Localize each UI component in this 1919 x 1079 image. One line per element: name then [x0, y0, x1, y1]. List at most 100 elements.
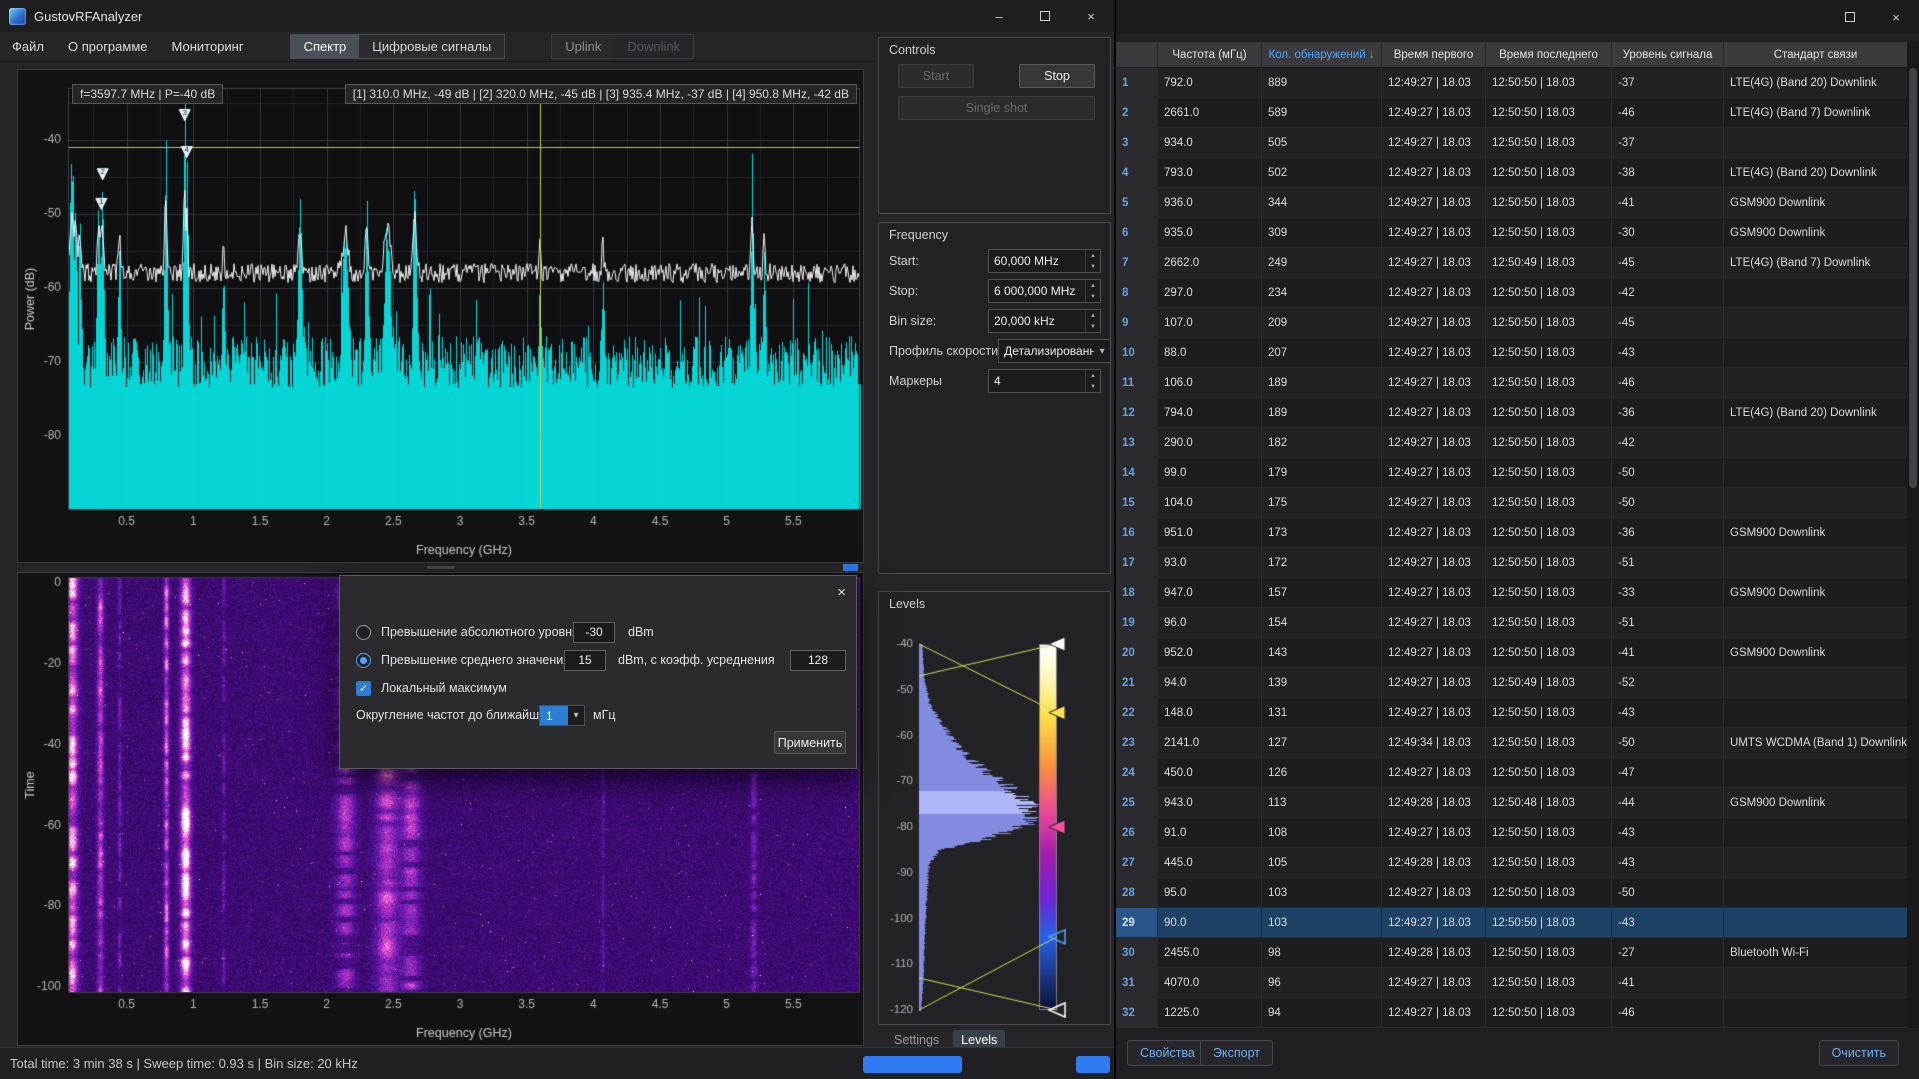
table-row[interactable]: 3934.050512:49:27 | 18.0312:50:50 | 18.0…: [1116, 128, 1908, 158]
rounding-label: Округление частот до ближайших: [356, 708, 552, 722]
spectrum-chart[interactable]: [18, 70, 863, 562]
spin-buttons[interactable]: ▲▼: [1085, 370, 1100, 392]
levels-editor[interactable]: [883, 614, 1108, 1018]
avg-coeff-input[interactable]: 128: [790, 650, 846, 671]
maximize-button[interactable]: [1827, 0, 1873, 34]
spin-input[interactable]: 6 000,000 MHz▲▼: [988, 279, 1101, 303]
column-header[interactable]: Время первого: [1382, 42, 1486, 68]
spin-up-icon[interactable]: ▲: [1086, 250, 1100, 261]
table-row[interactable]: 9107.020912:49:27 | 18.0312:50:50 | 18.0…: [1116, 308, 1908, 338]
table-cell: 12:50:50 | 18.03: [1486, 368, 1612, 398]
column-header[interactable]: Уровень сигнала: [1612, 42, 1724, 68]
round-freq-select[interactable]: 1 ▾: [539, 705, 585, 726]
minimize-button[interactable]: –: [976, 0, 1022, 32]
table-row[interactable]: 2990.010312:49:27 | 18.0312:50:50 | 18.0…: [1116, 908, 1908, 938]
table-row[interactable]: 1996.015412:49:27 | 18.0312:50:50 | 18.0…: [1116, 608, 1908, 638]
table-row[interactable]: 20952.014312:49:27 | 18.0312:50:50 | 18.…: [1116, 638, 1908, 668]
abs-level-radio[interactable]: [356, 625, 371, 640]
table-row[interactable]: 232141.012712:49:34 | 18.0312:50:50 | 18…: [1116, 728, 1908, 758]
table-scrollbar[interactable]: [1907, 42, 1919, 1028]
properties-button[interactable]: Свойства: [1127, 1040, 1208, 1066]
table-row[interactable]: 15104.017512:49:27 | 18.0312:50:50 | 18.…: [1116, 488, 1908, 518]
scrollbar-thumb[interactable]: [1909, 68, 1917, 488]
spin-buttons[interactable]: ▲▼: [1085, 310, 1100, 332]
table-cell: GSM900 Downlink: [1724, 578, 1908, 608]
plot-splitter[interactable]: [17, 563, 864, 572]
spin-down-icon[interactable]: ▼: [1086, 291, 1100, 302]
table-row[interactable]: 2691.010812:49:27 | 18.0312:50:50 | 18.0…: [1116, 818, 1908, 848]
table-row[interactable]: 18947.015712:49:27 | 18.0312:50:50 | 18.…: [1116, 578, 1908, 608]
spin-buttons[interactable]: ▲▼: [1085, 250, 1100, 272]
avg-level-input[interactable]: 15: [564, 650, 606, 671]
table-row[interactable]: 1088.020712:49:27 | 18.0312:50:50 | 18.0…: [1116, 338, 1908, 368]
table-cell: 12:49:27 | 18.03: [1382, 68, 1486, 98]
spin-input[interactable]: 4▲▼: [988, 369, 1101, 393]
table-row[interactable]: 12794.018912:49:27 | 18.0312:50:50 | 18.…: [1116, 398, 1908, 428]
table-cell: -50: [1612, 728, 1724, 758]
table-row[interactable]: 8297.023412:49:27 | 18.0312:50:50 | 18.0…: [1116, 278, 1908, 308]
spin-up-icon[interactable]: ▲: [1086, 370, 1100, 381]
view-tab[interactable]: Цифровые сигналы: [359, 35, 504, 58]
progress-bar: [863, 1056, 962, 1073]
spin-input[interactable]: 20,000 kHz▲▼: [988, 309, 1101, 333]
table-row[interactable]: 5936.034412:49:27 | 18.0312:50:50 | 18.0…: [1116, 188, 1908, 218]
table-row[interactable]: 25943.011312:49:28 | 18.0312:50:48 | 18.…: [1116, 788, 1908, 818]
table-row[interactable]: 302455.09812:49:28 | 18.0312:50:50 | 18.…: [1116, 938, 1908, 968]
abs-level-input[interactable]: -30: [573, 622, 615, 643]
table-row[interactable]: 16951.017312:49:27 | 18.0312:50:50 | 18.…: [1116, 518, 1908, 548]
dialog-close-button[interactable]: ×: [837, 584, 846, 601]
table-row[interactable]: 1792.088912:49:27 | 18.0312:50:50 | 18.0…: [1116, 68, 1908, 98]
speed-profile-select[interactable]: Детализированный▾: [998, 339, 1111, 363]
column-header[interactable]: Кол. обнаружений↓: [1262, 42, 1382, 68]
table-row[interactable]: 22148.013112:49:27 | 18.0312:50:50 | 18.…: [1116, 698, 1908, 728]
export-button[interactable]: Экспорт: [1200, 1040, 1273, 1066]
maximize-button[interactable]: [1022, 0, 1068, 32]
apply-button[interactable]: Применить: [774, 731, 846, 754]
table-row[interactable]: 4793.050212:49:27 | 18.0312:50:50 | 18.0…: [1116, 158, 1908, 188]
spin-input[interactable]: 60,000 MHz▲▼: [988, 249, 1101, 273]
link-tab[interactable]: Downlink: [614, 35, 693, 58]
table-row[interactable]: 27445.010512:49:28 | 18.0312:50:50 | 18.…: [1116, 848, 1908, 878]
spin-up-icon[interactable]: ▲: [1086, 280, 1100, 291]
table-row[interactable]: 11106.018912:49:27 | 18.0312:50:50 | 18.…: [1116, 368, 1908, 398]
table-row[interactable]: 314070.09612:49:27 | 18.0312:50:50 | 18.…: [1116, 968, 1908, 998]
column-header[interactable]: Время последнего: [1486, 42, 1612, 68]
spin-down-icon[interactable]: ▼: [1086, 261, 1100, 272]
single-shot-button[interactable]: Single shot: [898, 96, 1095, 120]
avg-level-radio[interactable]: [356, 653, 371, 668]
local-max-checkbox[interactable]: ✓: [356, 681, 371, 696]
table-row[interactable]: 6935.030912:49:27 | 18.0312:50:50 | 18.0…: [1116, 218, 1908, 248]
row-number-header[interactable]: [1116, 42, 1158, 68]
table-cell: [1724, 878, 1908, 908]
clear-button[interactable]: Очистить: [1819, 1040, 1899, 1066]
table-row[interactable]: 1499.017912:49:27 | 18.0312:50:50 | 18.0…: [1116, 458, 1908, 488]
spin-down-icon[interactable]: ▼: [1086, 321, 1100, 332]
menu-item[interactable]: Мониторинг: [160, 34, 256, 59]
stop-button[interactable]: Stop: [1019, 64, 1095, 88]
table-row[interactable]: 13290.018212:49:27 | 18.0312:50:50 | 18.…: [1116, 428, 1908, 458]
table-row[interactable]: 2895.010312:49:27 | 18.0312:50:50 | 18.0…: [1116, 878, 1908, 908]
table-row[interactable]: 1793.017212:49:27 | 18.0312:50:50 | 18.0…: [1116, 548, 1908, 578]
spin-buttons[interactable]: ▲▼: [1085, 280, 1100, 302]
table-row[interactable]: 24450.012612:49:27 | 18.0312:50:50 | 18.…: [1116, 758, 1908, 788]
table-row[interactable]: 321225.09412:49:27 | 18.0312:50:50 | 18.…: [1116, 998, 1908, 1028]
table-row[interactable]: 22661.058912:49:27 | 18.0312:50:50 | 18.…: [1116, 98, 1908, 128]
table-row[interactable]: 2194.013912:49:27 | 18.0312:50:49 | 18.0…: [1116, 668, 1908, 698]
controls-group: Controls Start Stop Single shot: [878, 37, 1111, 214]
column-header[interactable]: Стандарт связи: [1724, 42, 1908, 68]
table-cell: 107.0: [1158, 308, 1262, 338]
table-row[interactable]: 72662.024912:49:27 | 18.0312:50:49 | 18.…: [1116, 248, 1908, 278]
close-button[interactable]: ×: [1068, 0, 1114, 32]
menu-item[interactable]: О программе: [56, 34, 160, 59]
spin-down-icon[interactable]: ▼: [1086, 381, 1100, 392]
table-cell: 94: [1262, 998, 1382, 1028]
close-button[interactable]: ×: [1873, 0, 1919, 34]
menu-item[interactable]: Файл: [0, 34, 56, 59]
view-tab[interactable]: Спектр: [291, 35, 360, 58]
link-tab[interactable]: Uplink: [552, 35, 614, 58]
splitter-handle[interactable]: [843, 564, 858, 571]
spin-up-icon[interactable]: ▲: [1086, 310, 1100, 321]
table-cell: -43: [1612, 818, 1724, 848]
start-button[interactable]: Start: [898, 64, 974, 88]
column-header[interactable]: Частота (мГц): [1158, 42, 1262, 68]
